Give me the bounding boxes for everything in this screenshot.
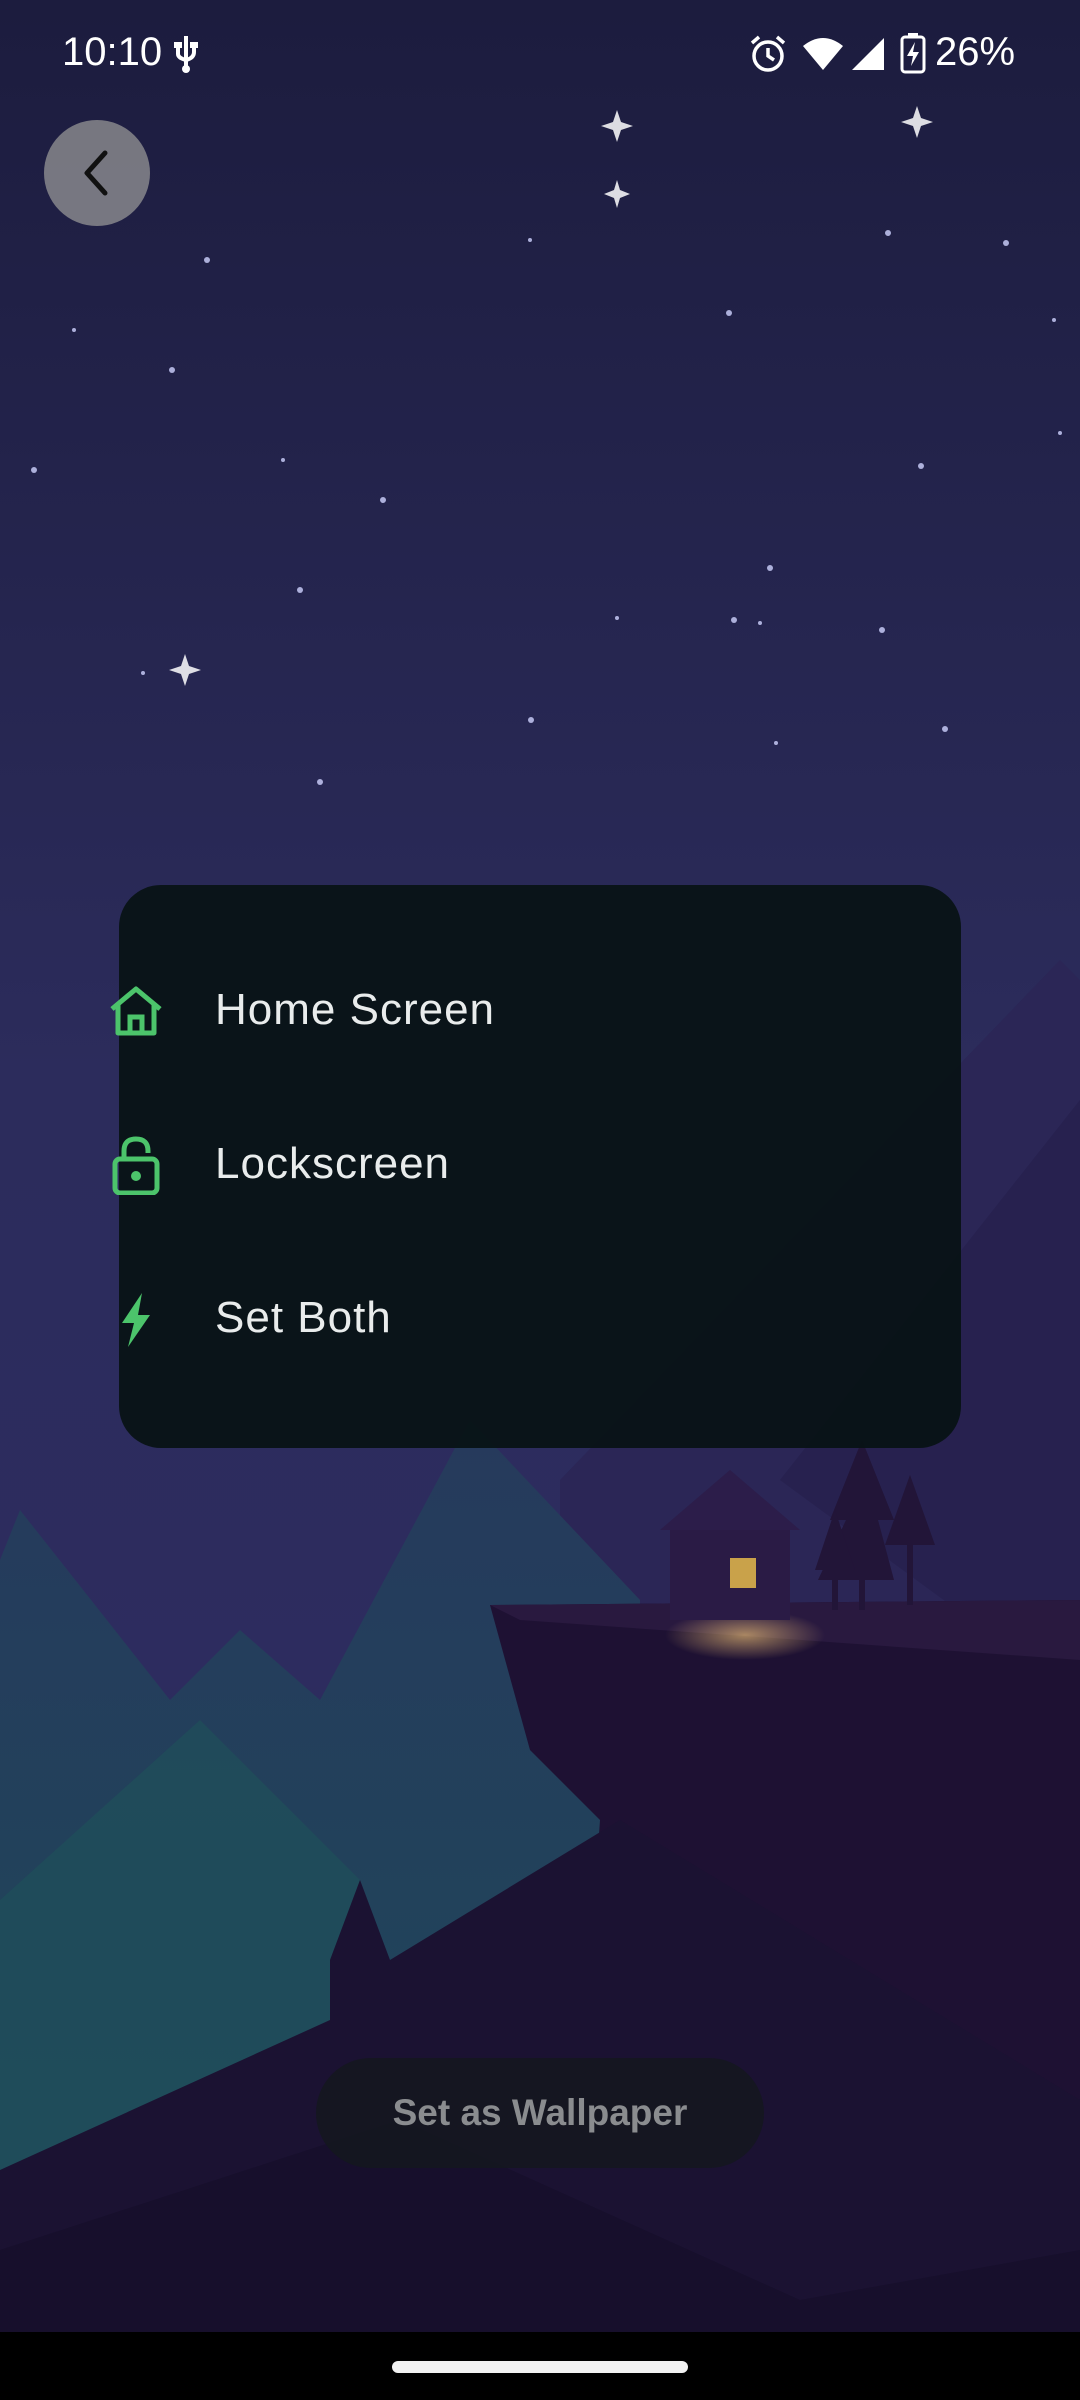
battery-percent: 26% [935, 30, 1016, 74]
menu-item-label: Lockscreen [215, 1139, 451, 1188]
menu-item-set-both[interactable]: Set Both [0, 1249, 842, 1389]
menu-item-lockscreen[interactable]: Lockscreen [0, 1095, 842, 1235]
menu-item-label: Set Both [215, 1293, 392, 1342]
status-time: 10:10 [62, 30, 163, 74]
wifi-icon [803, 38, 843, 70]
gesture-handle[interactable] [392, 2361, 688, 2373]
menu-item-label: Home Screen [215, 985, 496, 1034]
lightning-icon [122, 1293, 150, 1347]
lock-open-icon [112, 1136, 160, 1195]
signal-icon [852, 38, 884, 70]
status-bar: 10:10 26% [0, 0, 1080, 110]
set-as-wallpaper-label: Set as Wallpaper [392, 2092, 688, 2133]
usb-icon [174, 36, 198, 73]
battery-charging-icon [900, 33, 926, 74]
menu-item-home-screen[interactable]: Home Screen [0, 941, 842, 1081]
chevron-left-icon [84, 150, 108, 196]
home-icon [110, 986, 162, 1036]
alarm-icon [750, 35, 786, 72]
back-button[interactable] [44, 120, 150, 226]
set-as-wallpaper-button[interactable]: Set as Wallpaper [316, 2058, 764, 2168]
